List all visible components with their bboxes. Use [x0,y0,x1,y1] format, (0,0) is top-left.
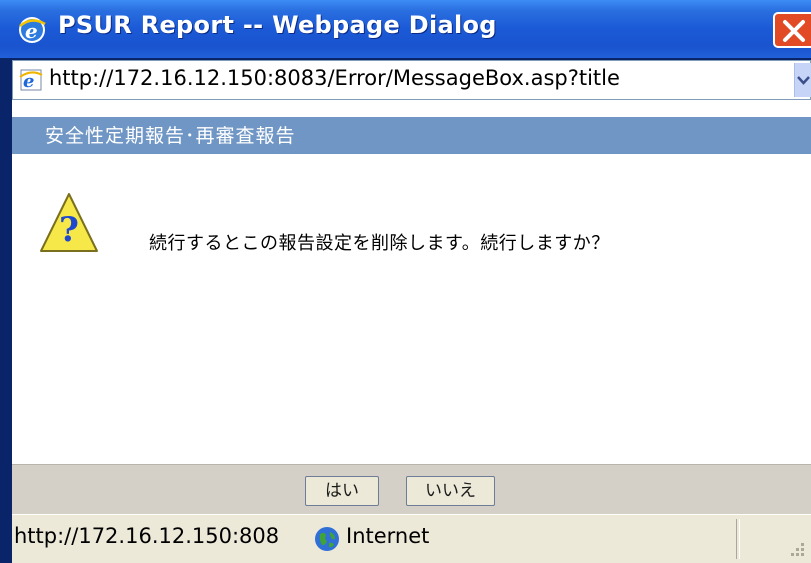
no-button[interactable]: いいえ [406,476,495,506]
close-button[interactable] [773,12,811,48]
resize-grip-icon[interactable] [787,541,807,563]
dialog-header-text: 安全性定期報告･再審査報告 [45,125,296,147]
title-bar[interactable]: e PSUR Report -- Webpage Dialog [0,0,811,58]
ie-icon: e [18,16,46,44]
address-url: http://172.16.12.150:8083/Error/MessageB… [49,66,620,90]
button-bar: はい いいえ [12,464,811,515]
svg-text:?: ? [59,210,79,250]
status-divider [736,519,740,559]
security-zone-label: Internet [346,524,430,548]
address-dropdown-button[interactable] [794,63,811,97]
address-bar[interactable]: e http://172.16.12.150:8083/Error/Messag… [12,60,811,100]
yes-button[interactable]: はい [305,476,379,506]
window-title: PSUR Report -- Webpage Dialog [58,11,497,39]
status-url: http://172.16.12.150:808 [14,524,280,548]
chevron-down-icon [797,76,810,85]
globe-icon [314,526,340,556]
dialog-content: 安全性定期報告･再審査報告 ? 続行するとこの報告設定を削除します。続行しますか… [12,100,811,515]
dialog-message: 続行するとこの報告設定を削除します。続行しますか？ [149,233,610,254]
warning-question-icon: ? [38,191,100,259]
status-bar: http://172.16.12.150:808 Internet [12,514,811,563]
close-icon [783,20,805,42]
dialog-header: 安全性定期報告･再審査報告 [12,117,811,154]
ie-page-icon: e [19,68,43,92]
dialog-window: e PSUR Report -- Webpage Dialog e http:/… [0,0,811,563]
